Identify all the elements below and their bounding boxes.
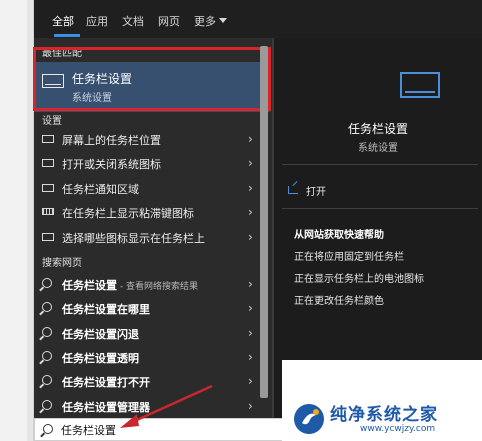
web-search-item-label: 任务栏设置 - 查看网络搜索结果 xyxy=(62,277,198,293)
web-search-item[interactable]: 任务栏设置 - 查看网络搜索结果 › xyxy=(34,273,258,297)
divider xyxy=(282,208,478,209)
web-query-text: 任务栏设置 xyxy=(62,279,117,292)
chevron-right-icon: › xyxy=(248,277,253,291)
settings-item[interactable]: 屏幕上的任务栏位置 › xyxy=(34,128,258,152)
results-list: 最佳匹配 任务栏设置 系统设置 设置 屏幕上的任务栏位置 › 打开或关闭系统图标… xyxy=(33,38,272,419)
web-search-item-label: 任务栏设置在哪里 xyxy=(62,301,150,317)
chevron-right-icon: › xyxy=(248,399,253,413)
results-scrollbar[interactable] xyxy=(259,38,269,410)
best-match-highlight-box xyxy=(33,47,271,111)
web-query-text: 任务栏设置管理器 xyxy=(62,401,150,414)
web-search-item[interactable]: 任务栏设置闪退 › xyxy=(34,322,258,346)
left-gutter xyxy=(0,0,34,441)
settings-item[interactable]: 打开或关闭系统图标 › xyxy=(34,152,258,176)
web-query-suffix: - 查看网络搜索结果 xyxy=(117,282,198,292)
search-icon xyxy=(42,351,52,361)
help-header: 从网站获取快速帮助 xyxy=(294,230,384,241)
taskbar-icons-icon xyxy=(42,233,54,241)
notification-area-icon xyxy=(42,184,54,192)
scrollbar-thumb[interactable] xyxy=(260,46,268,398)
settings-item-label: 任务栏通知区域 xyxy=(62,183,139,196)
search-input[interactable] xyxy=(61,422,261,438)
help-link[interactable]: 正在显示任务栏上的电池图标 xyxy=(294,270,424,285)
web-query-text: 任务栏设置透明 xyxy=(62,352,139,365)
open-action[interactable]: 打开 xyxy=(288,38,478,208)
web-search-item[interactable]: 任务栏设置在哪里 › xyxy=(34,297,258,321)
search-icon xyxy=(42,327,52,337)
chevron-right-icon: › xyxy=(248,181,253,195)
watermark-logo-icon xyxy=(294,404,324,434)
search-icon xyxy=(43,424,53,434)
search-icon xyxy=(42,400,52,410)
web-search-item-label: 任务栏设置透明 xyxy=(62,350,139,366)
settings-header: 设置 xyxy=(42,116,62,127)
keyboard-icon xyxy=(42,208,54,215)
web-search-item[interactable]: 任务栏设置管理器 › xyxy=(34,395,258,419)
search-icon xyxy=(42,278,52,288)
settings-item-label: 选择哪些图标显示在任务栏上 xyxy=(62,232,205,245)
web-search-item[interactable]: 任务栏设置打不开 › xyxy=(34,370,258,394)
web-query-text: 任务栏设置打不开 xyxy=(62,376,150,389)
search-icon xyxy=(42,375,52,385)
open-icon xyxy=(288,186,298,194)
system-icons-icon xyxy=(42,159,54,167)
taskbar-position-icon xyxy=(42,135,54,143)
open-label: 打开 xyxy=(306,187,326,198)
chevron-right-icon: › xyxy=(248,156,253,170)
active-tab-indicator xyxy=(54,34,80,37)
tab-more[interactable]: 更多 xyxy=(194,13,227,29)
web-query-text: 任务栏设置闪退 xyxy=(62,328,139,341)
chevron-right-icon: › xyxy=(248,301,253,315)
chevron-right-icon: › xyxy=(248,132,253,146)
chevron-right-icon: › xyxy=(248,326,253,340)
help-link[interactable]: 正在更改任务栏颜色 xyxy=(294,292,384,307)
taskbar-search-box[interactable] xyxy=(34,418,284,441)
settings-item[interactable]: 选择哪些图标显示在任务栏上 › xyxy=(34,226,258,250)
chevron-down-icon xyxy=(219,18,227,23)
chevron-right-icon: › xyxy=(248,230,253,244)
watermark-name: 纯净系统之家 xyxy=(330,405,438,425)
settings-item-label: 打开或关闭系统图标 xyxy=(62,158,161,171)
watermark-url: www.ycwjzy.com xyxy=(360,424,436,434)
tab-web[interactable]: 网页 xyxy=(158,13,180,29)
settings-item-label: 在任务栏上显示粘滞键图标 xyxy=(62,207,194,220)
chevron-right-icon: › xyxy=(248,350,253,364)
settings-item[interactable]: 在任务栏上显示粘滞键图标 › xyxy=(34,201,258,225)
tab-apps[interactable]: 应用 xyxy=(86,13,108,29)
chevron-right-icon: › xyxy=(248,374,253,388)
settings-item-label: 屏幕上的任务栏位置 xyxy=(62,134,161,147)
search-icon xyxy=(42,302,52,312)
web-search-item-label: 任务栏设置管理器 xyxy=(62,399,150,415)
tab-more-label: 更多 xyxy=(194,15,216,28)
web-search-item[interactable]: 任务栏设置透明 › xyxy=(34,346,258,370)
tab-all[interactable]: 全部 xyxy=(52,13,74,29)
settings-item[interactable]: 任务栏通知区域 › xyxy=(34,177,258,201)
help-link[interactable]: 正在将应用固定到任务栏 xyxy=(294,248,404,263)
tab-documents[interactable]: 文档 xyxy=(122,13,144,29)
web-search-item-label: 任务栏设置闪退 xyxy=(62,326,139,342)
chevron-right-icon: › xyxy=(248,205,253,219)
web-search-header: 搜索网页 xyxy=(42,258,82,269)
start-search-panel: 全部 应用 文档 网页 更多 最佳匹配 任务栏设置 系统设置 设置 屏幕上的任务… xyxy=(33,0,482,419)
web-query-text: 任务栏设置在哪里 xyxy=(62,303,150,316)
filter-tabs-bar: 全部 应用 文档 网页 更多 xyxy=(34,0,482,38)
web-search-item-label: 任务栏设置打不开 xyxy=(62,374,150,390)
